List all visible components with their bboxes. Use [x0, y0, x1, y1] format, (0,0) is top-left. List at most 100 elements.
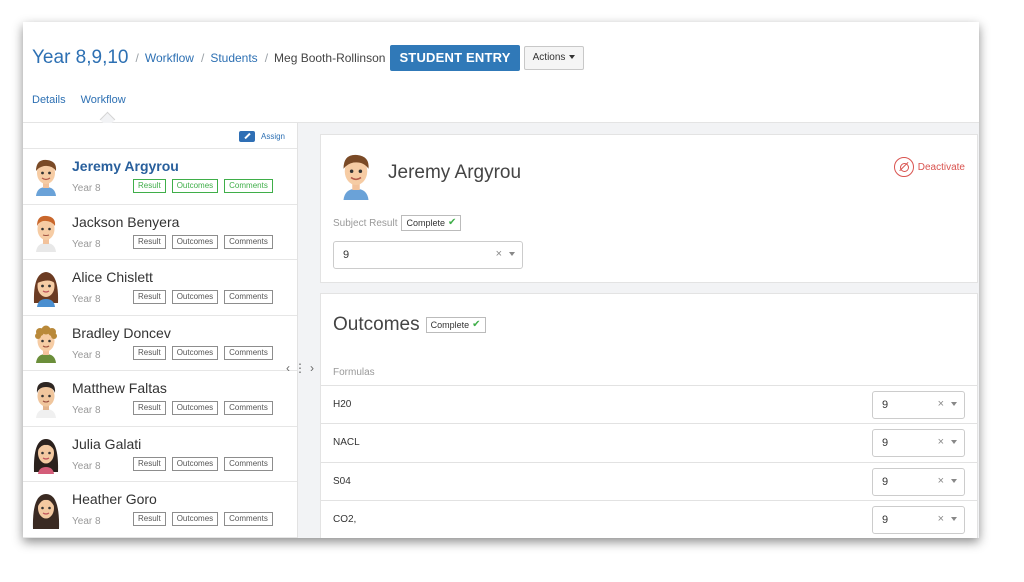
- formula-name: S04: [333, 475, 351, 487]
- student-item[interactable]: Bradley Doncev Year 8 Result Outcomes Co…: [23, 316, 297, 371]
- student-tags: Result Outcomes Comments: [133, 234, 279, 249]
- chevron-right-icon: ›: [310, 361, 314, 375]
- outcomes-tag[interactable]: Outcomes: [171, 234, 219, 249]
- student-tags: Result Outcomes Comments: [133, 179, 279, 193]
- tab-workflow[interactable]: Workflow: [81, 94, 126, 106]
- clear-icon[interactable]: ×: [496, 248, 502, 260]
- formula-row: NACL 9 ×: [321, 423, 977, 461]
- result-tag[interactable]: Result: [133, 179, 166, 193]
- clear-icon[interactable]: ×: [938, 398, 944, 410]
- student-year: Year 8: [72, 294, 101, 305]
- formula-select[interactable]: 9 ×: [872, 391, 965, 419]
- chevron-down-icon[interactable]: [951, 516, 957, 521]
- actions-dropdown-button[interactable]: Actions: [523, 46, 585, 70]
- select-value: 9: [882, 475, 889, 488]
- formula-row: CO2, 9 ×: [321, 499, 977, 538]
- outcomes-header: Outcomes Complete ✔: [333, 314, 486, 336]
- comments-tag[interactable]: Comments: [224, 179, 273, 193]
- clear-icon[interactable]: ×: [938, 475, 944, 487]
- pencil-icon: [238, 131, 255, 142]
- tab-details[interactable]: Details: [32, 94, 66, 106]
- comments-tag[interactable]: Comments: [224, 456, 273, 471]
- student-detail-card: Jeremy Argyrou Deactivate Subject Result…: [320, 134, 978, 283]
- complete-badge: Complete ✔: [401, 215, 462, 231]
- formula-name: NACL: [333, 437, 360, 449]
- assign-row: Assign: [23, 123, 297, 149]
- avatar-boy-brown-hair-icon: [36, 159, 57, 196]
- deactivate-label: Deactivate: [917, 161, 965, 173]
- comments-tag[interactable]: Comments: [224, 401, 273, 415]
- clear-icon[interactable]: ×: [938, 513, 944, 525]
- comments-tag[interactable]: Comments: [224, 345, 273, 360]
- formula-row: H20 9 ×: [321, 385, 977, 423]
- deactivate-button[interactable]: Deactivate: [893, 157, 965, 177]
- formulas-label: Formulas: [333, 367, 375, 378]
- result-tag[interactable]: Result: [133, 290, 166, 304]
- result-tag[interactable]: Result: [133, 401, 166, 415]
- chevron-down-icon[interactable]: [951, 402, 957, 406]
- chevron-down-icon[interactable]: [951, 440, 957, 445]
- student-tags: Result Outcomes Comments: [133, 345, 279, 360]
- student-year: Year 8: [72, 349, 101, 361]
- student-list: Assign Jeremy Argyrou Year 8 Result Outc…: [23, 123, 298, 538]
- outcomes-tag[interactable]: Outcomes: [171, 179, 219, 193]
- avatar-girl-long-hair-icon: [32, 494, 60, 529]
- outcomes-tag[interactable]: Outcomes: [171, 512, 219, 526]
- resize-handle[interactable]: ‹ ⋮ ›: [284, 361, 316, 375]
- subject-result-row: Subject Result Complete ✔: [333, 215, 462, 231]
- student-tags: Result Outcomes Comments: [133, 512, 279, 526]
- student-item[interactable]: Matthew Faltas Year 8 Result Outcomes Co…: [23, 371, 297, 427]
- breadcrumb-current: Meg Booth-Rollinson: [274, 51, 386, 65]
- breadcrumb-workflow[interactable]: Workflow: [145, 51, 194, 65]
- top-bar: Year 8,9,10 / Workflow / Students / Meg …: [23, 22, 979, 123]
- student-item[interactable]: Heather Goro Year 8 Result Outcomes Comm…: [23, 482, 297, 538]
- select-value: 9: [343, 249, 350, 261]
- breadcrumb-students[interactable]: Students: [210, 51, 257, 65]
- avatar-girl-brown-hair-icon: [33, 272, 59, 307]
- student-item[interactable]: Alice Chislett Year 8 Result Outcomes Co…: [23, 260, 297, 316]
- result-tag[interactable]: Result: [133, 345, 166, 360]
- subject-result-select[interactable]: 9 ×: [333, 241, 523, 269]
- tab-bar: Details Workflow: [32, 94, 141, 106]
- outcomes-tag[interactable]: Outcomes: [171, 401, 219, 415]
- outcomes-tag[interactable]: Outcomes: [171, 345, 219, 360]
- comments-tag[interactable]: Comments: [224, 512, 273, 526]
- student-item[interactable]: Julia Galati Year 8 Result Outcomes Comm…: [23, 427, 297, 482]
- student-tags: Result Outcomes Comments: [133, 456, 279, 471]
- complete-label: Complete: [406, 218, 446, 228]
- student-name: Heather Goro: [72, 491, 157, 507]
- subject-result-label: Subject Result: [333, 217, 398, 229]
- check-icon: ✔: [448, 217, 457, 228]
- student-year: Year 8: [72, 460, 101, 472]
- outcomes-tag[interactable]: Outcomes: [171, 456, 219, 471]
- avatar-boy-curly-hair-icon: [35, 325, 57, 363]
- outcomes-card: Outcomes Complete ✔ Formulas H20 9 × NACL…: [320, 293, 978, 538]
- chevron-down-icon[interactable]: [951, 478, 957, 483]
- select-value: 9: [882, 437, 889, 450]
- chevron-down-icon[interactable]: [509, 252, 515, 256]
- clear-icon[interactable]: ×: [938, 436, 944, 448]
- breadcrumb-title[interactable]: Year 8,9,10: [32, 47, 129, 69]
- assign-button[interactable]: Assign: [238, 131, 285, 142]
- formula-name: H20: [333, 399, 352, 410]
- formula-select[interactable]: 9 ×: [872, 505, 965, 534]
- student-name: Jackson Benyera: [72, 213, 180, 230]
- comments-tag[interactable]: Comments: [224, 290, 273, 304]
- formula-select[interactable]: 9 ×: [872, 429, 965, 458]
- outcomes-tag[interactable]: Outcomes: [171, 290, 219, 304]
- comments-tag[interactable]: Comments: [224, 234, 273, 249]
- formula-select[interactable]: 9 ×: [872, 467, 965, 496]
- student-tags: Result Outcomes Comments: [133, 401, 279, 415]
- result-tag[interactable]: Result: [133, 456, 166, 471]
- outcomes-title: Outcomes: [333, 314, 420, 335]
- result-tag[interactable]: Result: [133, 234, 166, 249]
- complete-label: Complete: [430, 320, 470, 330]
- avatar-girl-dark-hair-icon: [33, 438, 59, 474]
- breadcrumb: Year 8,9,10 / Workflow / Students / Meg …: [32, 44, 585, 72]
- select-value: 9: [882, 399, 889, 411]
- complete-badge: Complete ✔: [425, 317, 486, 333]
- student-item[interactable]: Jackson Benyera Year 8 Result Outcomes C…: [23, 205, 297, 260]
- student-entry-button[interactable]: STUDENT ENTRY: [390, 45, 520, 71]
- result-tag[interactable]: Result: [133, 512, 166, 526]
- student-item[interactable]: Jeremy Argyrou Year 8 Result Outcomes Co…: [23, 149, 297, 205]
